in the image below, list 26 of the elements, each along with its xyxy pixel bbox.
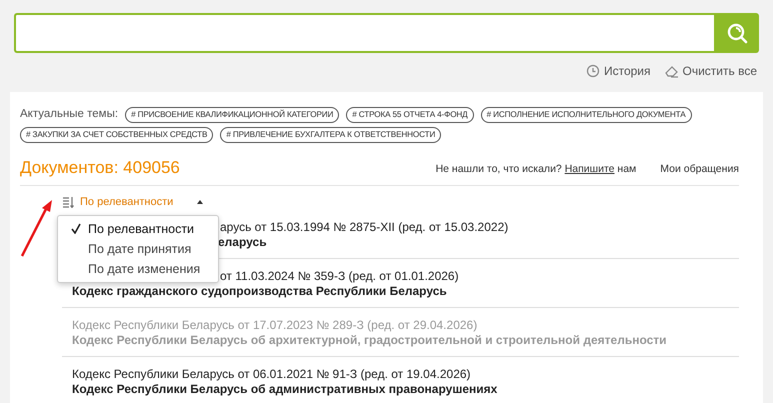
search-field[interactable] [14,13,714,53]
topic-tag[interactable]: # СТРОКА 55 ОТЧЕТА 4-ФОНД [346,106,474,123]
my-requests-link[interactable]: Мои обращения [660,162,739,178]
sort-option[interactable]: По дате принятия [58,239,218,260]
topic-tag[interactable]: # ПРИВЛЕЧЕНИЕ БУХГАЛТЕРА К ОТВЕТСТВЕННОСТИ [220,127,442,144]
document-title[interactable]: Кодекс гражданского судопроизводства Республики Беларусь [72,284,447,298]
check-icon [71,223,81,234]
document-details[interactable]: Кодекс Республики Беларусь от 06.01.2021 № 91-З (ред. от 19.04.2026) [72,367,471,382]
topics-label: Актуальные темы: [20,107,118,122]
clear-all-link[interactable]: Очистить все [664,62,757,80]
document-title[interactable]: Кодекс Республики Беларусь об административных правонарушениях [72,382,498,396]
search-button[interactable] [714,13,759,53]
topic-tag[interactable]: # ЗАКУПКИ ЗА СЧЕТ СОБСТВЕННЫХ СРЕДСТВ [20,127,214,144]
history-link[interactable]: История [586,62,651,80]
documents-count: Документов: 409056 [20,157,180,180]
search-icon [726,22,748,44]
eraser-icon [664,64,679,78]
feedback-text: Не нашли то, что искали? Напишите нам [436,162,636,177]
topic-tag[interactable]: # ИСПОЛНЕНИЕ ИСПОЛНИТЕЛЬНОГО ДОКУМЕНТА [480,106,692,123]
sort-option[interactable]: По релевантности [58,219,218,240]
clock-icon [586,64,600,78]
sort-icon [62,196,74,208]
sort-option[interactable]: По дате изменения [58,259,218,280]
topic-tag[interactable]: # ПРИСВОЕНИЕ КВАЛИФИКАЦИОННОЙ КАТЕГОРИИ [125,106,340,123]
write-link[interactable]: Напишите [564,163,614,175]
annotation-arrow [20,199,54,259]
